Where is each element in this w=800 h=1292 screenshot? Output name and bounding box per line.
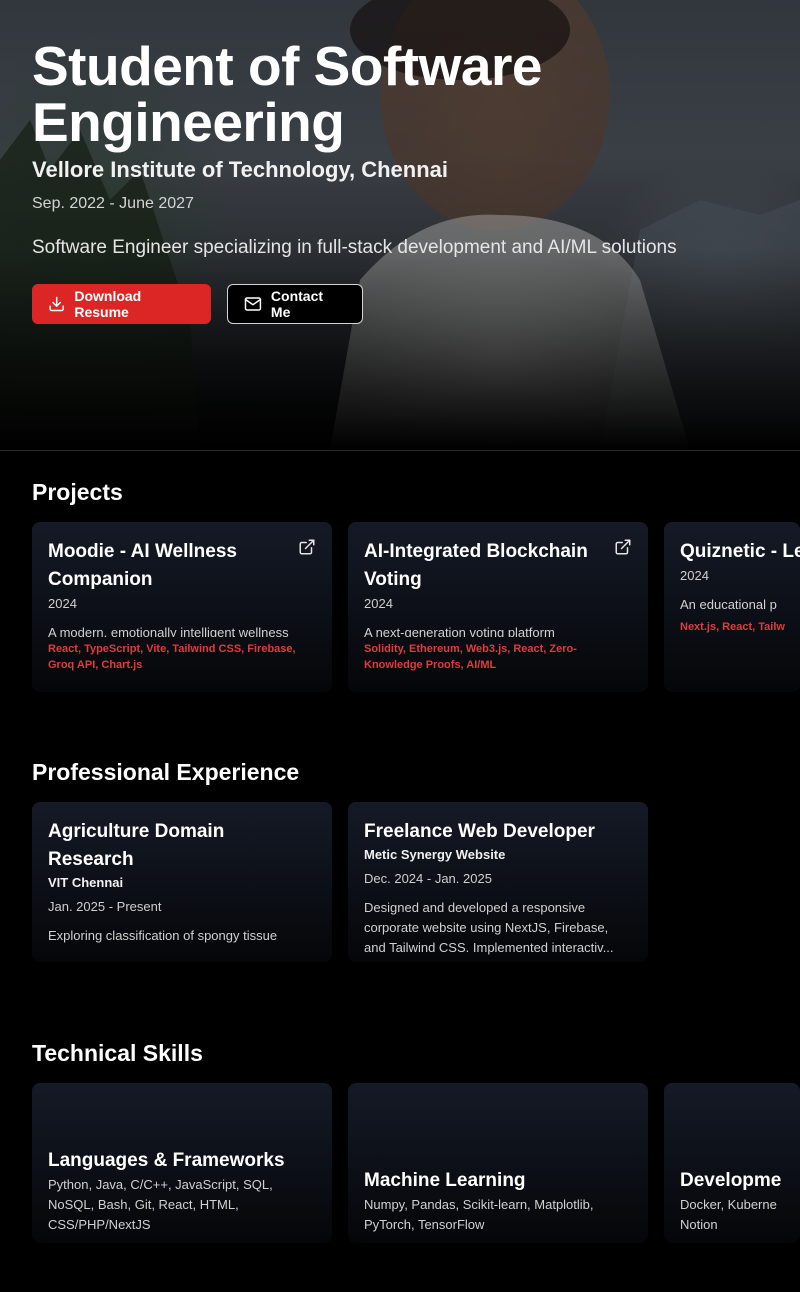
projects-heading: Projects [32,479,123,505]
project-tags: Solidity, Ethereum, Web3.js, React, Zero… [364,643,577,671]
hero-title: Student of Software Engineering [32,38,772,150]
project-card[interactable]: Moodie - AI Wellness Companion 2024 A mo… [32,522,332,692]
skills-row[interactable]: Languages & Frameworks Python, Java, C/C… [32,1083,800,1243]
project-year: 2024 [48,596,77,611]
projects-section: Projects Moodie - AI Wellness Companion … [32,478,800,698]
project-year: 2024 [680,568,709,583]
contact-me-label: Contact Me [270,288,324,320]
experience-description: Designed and developed a responsive corp… [364,900,614,955]
experience-card[interactable]: Freelance Web Developer Metic Synergy We… [348,802,648,962]
project-title: Quiznetic - Learning [680,541,800,562]
contact-me-button[interactable]: Contact Me [227,284,363,324]
experience-dates: Dec. 2024 - Jan. 2025 [364,871,492,886]
skills-section: Technical Skills Languages & Frameworks … [32,1039,800,1279]
hero-buttons: Download Resume Contact Me [32,284,772,324]
experience-section: Professional Experience Agriculture Doma… [32,758,800,978]
mail-icon [244,297,262,311]
external-link-icon[interactable] [614,538,632,556]
skill-title: Developme [680,1170,782,1191]
hero-school: Vellore Institute of Technology, Chennai [32,157,449,182]
skill-title: Languages & Frameworks [48,1150,285,1171]
experience-dates: Jan. 2025 - Present [48,899,162,914]
project-description: An educational p [680,597,777,612]
download-icon [49,296,64,312]
projects-row[interactable]: Moodie - AI Wellness Companion 2024 A mo… [32,522,800,692]
project-description: A modern, emotionally intelligent wellne… [48,625,289,637]
skill-items: Python, Java, C/C++, JavaScript, SQL, No… [48,1177,273,1232]
hero-dates: Sep. 2022 - June 2027 [32,195,194,212]
external-link-icon[interactable] [298,538,316,556]
skill-card: Languages & Frameworks Python, Java, C/C… [32,1083,332,1243]
project-card[interactable]: AI-Integrated Blockchain Voting 2024 A n… [348,522,648,692]
project-card[interactable]: Quiznetic - Learning 2024 An educational… [664,522,800,692]
hero-title-line2: Engineering [32,91,345,153]
experience-row: Agriculture Domain Research VIT Chennai … [32,802,648,962]
experience-description: Exploring classification of spongy tissu… [48,928,278,943]
experience-title: Agriculture Domain Research [48,821,225,870]
hero-title-line1: Student of Software [32,35,542,97]
skill-card: Developme Docker, Kuberne Notion [664,1083,800,1243]
hero-content: Student of Software Engineering Vellore … [32,38,772,324]
hero-section: Student of Software Engineering Vellore … [0,0,800,450]
project-tags: Next.js, React, Tailw [680,621,785,633]
project-title: Moodie - AI Wellness Companion [48,541,237,590]
skill-title: Machine Learning [364,1170,526,1191]
skill-card: Machine Learning Numpy, Pandas, Scikit-l… [348,1083,648,1243]
hero-divider [0,450,800,451]
project-tags: React, TypeScript, Vite, Tailwind CSS, F… [48,643,296,671]
hero-tagline: Software Engineer specializing in full-s… [32,237,677,258]
experience-org: Metic Synergy Website [364,847,506,862]
experience-heading: Professional Experience [32,759,300,785]
skill-items: Numpy, Pandas, Scikit-learn, Matplotlib,… [364,1197,594,1232]
skill-items: Docker, Kuberne Notion [680,1197,777,1232]
skills-heading: Technical Skills [32,1040,203,1066]
download-resume-label: Download Resume [74,288,142,320]
download-resume-button[interactable]: Download Resume [32,284,211,324]
experience-org: VIT Chennai [48,875,124,890]
experience-card[interactable]: Agriculture Domain Research VIT Chennai … [32,802,332,962]
project-title: AI-Integrated Blockchain Voting [364,541,588,590]
experience-title: Freelance Web Developer [364,821,595,842]
project-year: 2024 [364,596,393,611]
project-description: A next-generation voting platform [364,625,555,637]
